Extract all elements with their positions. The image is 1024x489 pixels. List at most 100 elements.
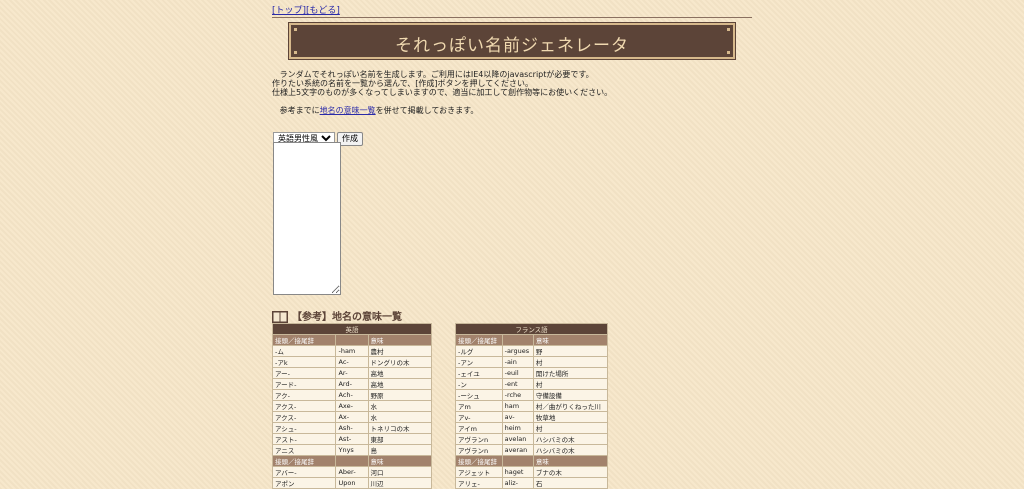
cell: 村 [532, 422, 609, 434]
cell: Upon [335, 477, 369, 489]
cell: Ard- [335, 378, 369, 390]
cell: 水 [367, 411, 432, 423]
table-row: アード- Ard- 高地 [271, 378, 432, 390]
cell: トネリコの木 [367, 422, 432, 434]
table-row: アイm heim 村 [455, 422, 609, 434]
table-header: 意味 [532, 455, 609, 467]
cell: アv- [455, 411, 503, 423]
divider [272, 17, 752, 18]
table-row: アポン Upon 川辺 [271, 477, 432, 489]
table-header: 接頭／接尾辞 [455, 455, 503, 467]
table-title: 英語 [272, 323, 432, 335]
table-row: -ェイユ -euil 開けた場所 [455, 367, 609, 379]
cell: アポン [271, 477, 337, 489]
table-header [335, 455, 369, 467]
cell: ハシバミの木 [532, 444, 609, 456]
back-link[interactable]: [もどる] [306, 6, 340, 16]
table-row: -アン -ain 村 [455, 356, 609, 368]
cell: 守備設備 [532, 389, 609, 401]
cell: 川辺 [367, 477, 432, 489]
table-header [501, 334, 534, 346]
cell: Ar- [335, 367, 369, 379]
desc-line-1: ランダムでそれっぽい名前を生成します。ご利用にはIE4以降のjavascript… [279, 70, 594, 79]
cell: -ム [271, 345, 337, 357]
cell: アヴランn [455, 433, 503, 445]
cell: アクス- [271, 411, 337, 423]
cell: Ach- [335, 389, 369, 401]
cell: 村 [532, 378, 609, 390]
english-table: 英語 接頭／接尾辞 意味 -ム -ham 農村 -アk Ac- ドングリの木 アー- Ar-… [271, 323, 432, 489]
cell: アリェ- [455, 477, 503, 489]
cell: ブナの木 [532, 466, 609, 478]
result-textarea[interactable] [273, 142, 341, 295]
table-row: アスト- Ast- 東部 [271, 433, 432, 445]
cell: 村／曲がりくねった川 [532, 400, 609, 412]
cell: アシュ- [271, 422, 337, 434]
table-row: アー- Ar- 高地 [271, 367, 432, 379]
table-header: 接頭／接尾辞 [271, 334, 337, 346]
cell: アイm [455, 422, 503, 434]
cell: Ast- [335, 433, 369, 445]
cell: Aber- [335, 466, 369, 478]
table-row: アニス Ynys 島 [271, 444, 432, 456]
table-header: 意味 [367, 334, 432, 346]
cell: -ェイユ [455, 367, 503, 379]
cell: -ent [501, 378, 534, 390]
description: ランダムでそれっぽい名前を生成します。ご利用にはIE4以降のjavascript… [272, 70, 752, 115]
cell: Axe- [335, 400, 369, 412]
cell: アード- [271, 378, 337, 390]
table-header: 接頭／接尾辞 [271, 455, 337, 467]
cell: ham [501, 400, 534, 412]
table-row: -ン -ent 村 [455, 378, 609, 390]
table-header [335, 334, 369, 346]
table-header [501, 455, 534, 467]
reference-title: 【参考】地名の意味一覧 [292, 312, 402, 323]
cell: averan [501, 444, 534, 456]
cell: -argues [501, 345, 534, 357]
page-title: それっぽい名前ジェネレータ [395, 36, 629, 56]
table-row: アバー- Aber- 河口 [271, 466, 432, 478]
reference-heading: 【参考】地名の意味一覧 [272, 308, 402, 323]
table-row: -ルグ -argues 野 [455, 345, 609, 357]
cell: -rche [501, 389, 534, 401]
cell: 河口 [367, 466, 432, 478]
table-title: フランス語 [455, 323, 608, 335]
desc-line-4-post: を併せて掲載しておきます。 [375, 106, 479, 115]
table-row: アリェ-aliz- 石 [455, 477, 609, 489]
table-header: 意味 [532, 334, 609, 346]
table-row: アm ham 村／曲がりくねった川 [455, 400, 609, 412]
cell: アm [455, 400, 503, 412]
top-link[interactable]: [トップ] [272, 6, 306, 16]
cell: -アk [271, 356, 337, 368]
table-row: -ーシュ -rche 守備設備 [455, 389, 609, 401]
table-row: アv-av- 牧草地 [455, 411, 609, 423]
cell: -ham [335, 345, 369, 357]
desc-line-4-pre: 参考までに [279, 106, 320, 115]
cell: haget [501, 466, 534, 478]
cell: 村 [532, 356, 609, 368]
table-row: アジェット haget ブナの木 [455, 466, 609, 478]
cell: アク- [271, 389, 337, 401]
cell: アバー- [271, 466, 337, 478]
desc-line-2: 作りたい系統の名前を一覧から選んで、[作成]ボタンを押してください。 [272, 79, 534, 88]
cell: アー- [271, 367, 337, 379]
table-header: 接頭／接尾辞 [455, 334, 503, 346]
table-row: アヴランn averan ハシバミの木 [455, 444, 609, 456]
cell: Ash- [335, 422, 369, 434]
cell: 高地 [367, 378, 432, 390]
cell: -アン [455, 356, 503, 368]
cell: 農村 [367, 345, 432, 357]
table-row: -アk Ac- ドングリの木 [271, 356, 432, 368]
table-row: アクス- Axe- 水 [271, 400, 432, 412]
table-row: アクス- Ax- 水 [271, 411, 432, 423]
cell: -ain [501, 356, 534, 368]
table-row: -ム -ham 農村 [271, 345, 432, 357]
cell: 東部 [367, 433, 432, 445]
table-row: アヴランn avelan ハシバミの木 [455, 433, 609, 445]
table-header: 意味 [367, 455, 432, 467]
place-name-link[interactable]: 地名の意味一覧 [320, 106, 376, 115]
cell: -ルグ [455, 345, 503, 357]
cell: 野 [532, 345, 609, 357]
title-banner: それっぽい名前ジェネレータ [289, 23, 735, 59]
cell: ハシバミの木 [532, 433, 609, 445]
